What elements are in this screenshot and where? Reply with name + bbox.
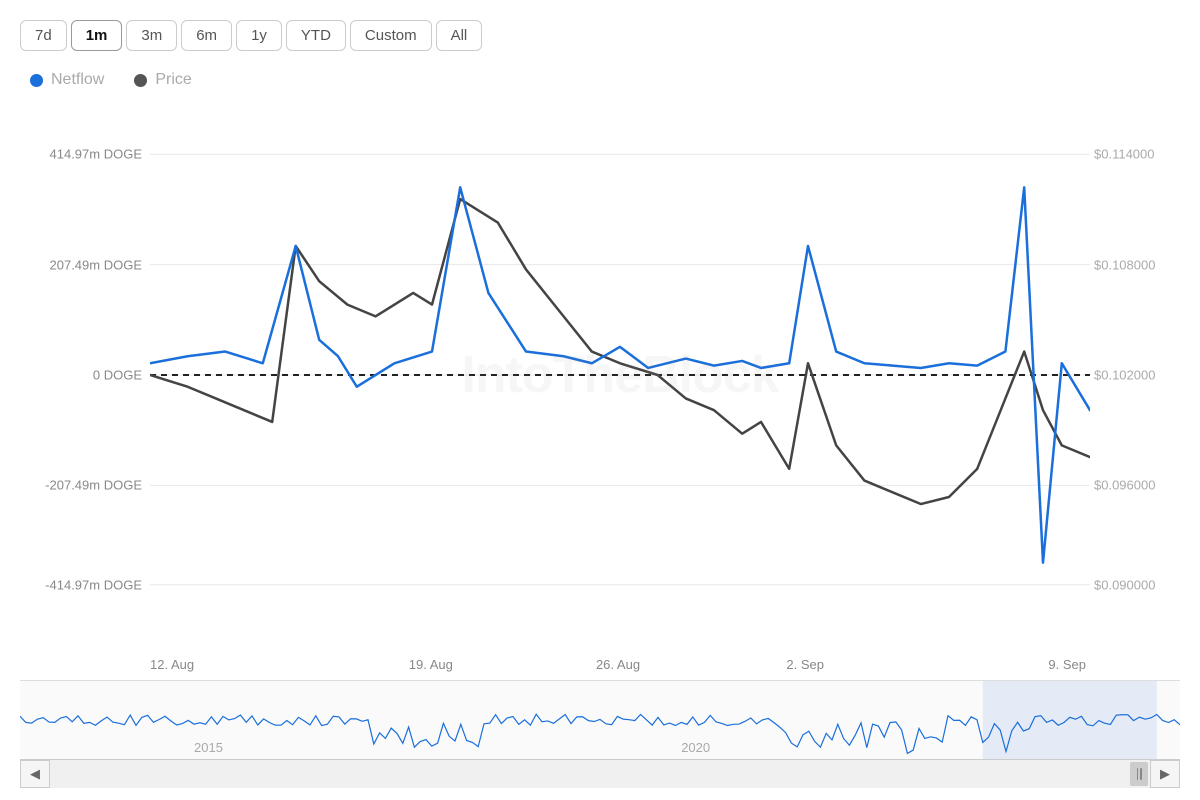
y-label-left: 414.97m DOGE bbox=[50, 147, 143, 162]
main-chart-svg bbox=[150, 99, 1090, 651]
mini-nav-left-btn[interactable]: ◀ bbox=[20, 760, 50, 788]
y-label-left: 207.49m DOGE bbox=[50, 257, 143, 272]
mini-nav-handle[interactable] bbox=[1130, 762, 1148, 786]
y-label-right: $0.102000 bbox=[1094, 368, 1155, 383]
x-label-4: 9. Sep bbox=[899, 657, 1180, 672]
mini-chart: 2015 2020 bbox=[20, 681, 1180, 759]
legend-netflow: Netflow bbox=[30, 71, 104, 89]
time-btn-6m[interactable]: 6m bbox=[181, 20, 232, 51]
mini-year-label: 2015 bbox=[194, 740, 223, 755]
y-label-left: -207.49m DOGE bbox=[45, 478, 142, 493]
time-btn-1m[interactable]: 1m bbox=[71, 20, 123, 51]
handle-lines-icon bbox=[1137, 768, 1142, 780]
time-btn-ytd[interactable]: YTD bbox=[286, 20, 346, 51]
x-label-2: 26. Aug bbox=[524, 657, 711, 672]
chart-area: 414.97m DOGE 207.49m DOGE 0 DOGE -207.49m D… bbox=[20, 99, 1180, 790]
handle-line-1 bbox=[1137, 768, 1139, 780]
time-btn-7d[interactable]: 7d bbox=[20, 20, 67, 51]
mini-year-label: 2020 bbox=[681, 740, 710, 755]
x-label-1: 19. Aug bbox=[337, 657, 524, 672]
netflow-dot bbox=[30, 74, 43, 87]
time-btn-3m[interactable]: 3m bbox=[126, 20, 177, 51]
chart-svg-area: IntoTheBlock bbox=[150, 99, 1090, 651]
y-axis-right: $0.114000 $0.108000 $0.102000 $0.096000 $0.0… bbox=[1090, 99, 1180, 651]
mini-nav: ◀ ▶ bbox=[20, 759, 1180, 787]
price-dot bbox=[134, 74, 147, 87]
y-label-right: $0.096000 bbox=[1094, 478, 1155, 493]
y-label-right: $0.114000 bbox=[1094, 147, 1155, 162]
x-axis: 12. Aug19. Aug26. Aug2. Sep9. Sep bbox=[20, 651, 1180, 676]
y-label-left: 0 DOGE bbox=[93, 368, 142, 383]
y-label-right: $0.090000 bbox=[1094, 577, 1155, 592]
mini-nav-right-btn[interactable]: ▶ bbox=[1150, 760, 1180, 788]
y-axis-left: 414.97m DOGE 207.49m DOGE 0 DOGE -207.49m D… bbox=[20, 99, 150, 651]
legend-price: Price bbox=[134, 71, 191, 89]
time-btn-custom[interactable]: Custom bbox=[350, 20, 432, 51]
x-label-3: 2. Sep bbox=[712, 657, 899, 672]
main-chart-wrapper: 414.97m DOGE 207.49m DOGE 0 DOGE -207.49m D… bbox=[20, 99, 1180, 651]
chart-legend: Netflow Price bbox=[20, 71, 1180, 89]
handle-line-2 bbox=[1140, 768, 1142, 780]
mini-nav-track bbox=[50, 760, 1150, 788]
y-label-right: $0.108000 bbox=[1094, 257, 1155, 272]
legend-netflow-label: Netflow bbox=[51, 71, 104, 89]
time-btn-all[interactable]: All bbox=[436, 20, 483, 51]
mini-chart-wrapper: 2015 2020 ◀ ▶ bbox=[20, 680, 1180, 790]
legend-price-label: Price bbox=[155, 71, 191, 89]
y-label-left: -414.97m DOGE bbox=[45, 577, 142, 592]
time-btn-1y[interactable]: 1y bbox=[236, 20, 282, 51]
x-label-0: 12. Aug bbox=[20, 657, 337, 672]
main-container: 7d1m3m6m1yYTDCustomAll Netflow Price 414… bbox=[0, 0, 1200, 800]
time-range-selector: 7d1m3m6m1yYTDCustomAll bbox=[20, 20, 1180, 51]
